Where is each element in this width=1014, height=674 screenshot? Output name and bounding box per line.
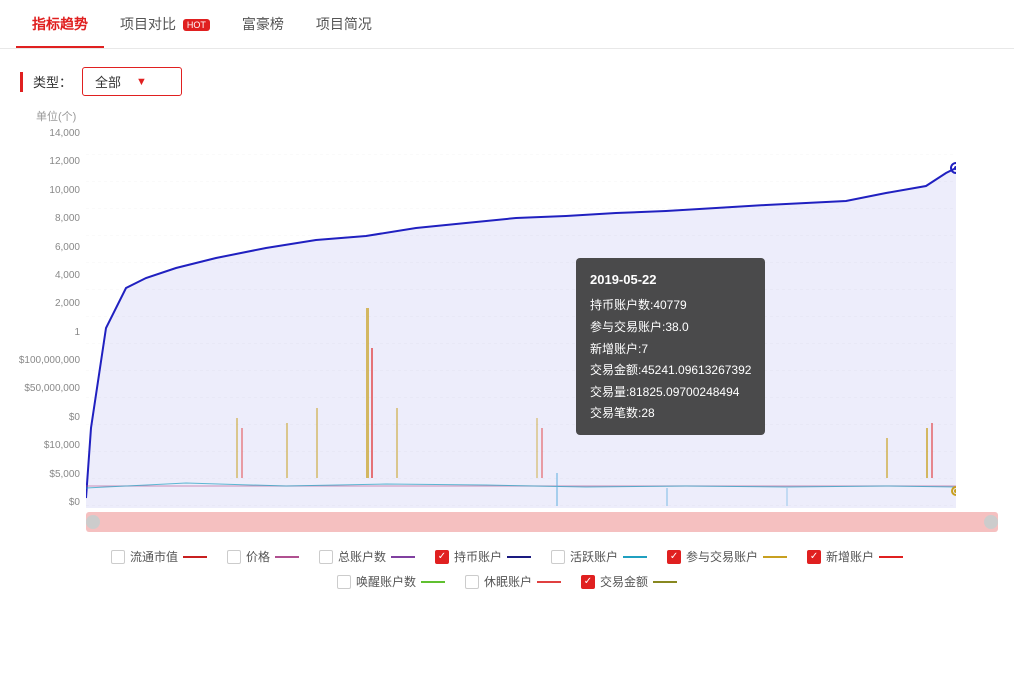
- legend-checkbox-market-cap[interactable]: [111, 550, 125, 564]
- legend-line-sleep-accounts: [537, 581, 561, 583]
- legend-row-2: 唤醒账户数 休眠账户 交易金额: [20, 573, 994, 590]
- legend-total-accounts[interactable]: 总账户数: [319, 548, 415, 565]
- legend-line-market-cap: [183, 556, 207, 558]
- legend-line-active-accounts: [623, 556, 647, 558]
- filter-accent-bar: [20, 72, 23, 92]
- legend-checkbox-total-accounts[interactable]: [319, 550, 333, 564]
- legend-trading-accounts[interactable]: 参与交易账户: [667, 548, 787, 565]
- legend-price[interactable]: 价格: [227, 548, 299, 565]
- legend-checkbox-new-accounts[interactable]: [807, 550, 821, 564]
- tab-rich-list[interactable]: 富豪榜: [226, 0, 300, 48]
- legend-line-price: [275, 556, 299, 558]
- legend-market-cap[interactable]: 流通市值: [111, 548, 207, 565]
- tab-badge-hot: HOT: [183, 19, 210, 31]
- legend-label-price: 价格: [246, 548, 270, 565]
- legend-new-accounts[interactable]: 新增账户: [807, 548, 903, 565]
- legend-label-market-cap: 流通市值: [130, 548, 178, 565]
- legend-label-trade-amount: 交易金额: [600, 573, 648, 590]
- legend-coin-holders[interactable]: 持币账户: [435, 548, 531, 565]
- legend-line-trading-accounts: [763, 556, 787, 558]
- legend-label-coin-holders: 持币账户: [454, 548, 502, 565]
- tooltip-row-5: 交易量:81825.09700248494: [590, 382, 751, 404]
- filter-value: 全部: [95, 72, 128, 91]
- legend-label-wake-accounts: 唤醒账户数: [356, 573, 416, 590]
- tooltip-row-1: 持币账户数:40779: [590, 295, 751, 317]
- legend-checkbox-active-accounts[interactable]: [551, 550, 565, 564]
- legend-trade-amount[interactable]: 交易金额: [581, 573, 677, 590]
- legend-label-new-accounts: 新增账户: [826, 548, 874, 565]
- y-axis-unit-label: 单位(个): [36, 108, 998, 124]
- legend-checkbox-trade-amount[interactable]: [581, 575, 595, 589]
- filter-label: 类型：: [33, 72, 72, 91]
- tab-project-compare[interactable]: 项目对比 HOT: [104, 0, 226, 48]
- tab-indicator-trend[interactable]: 指标趋势: [16, 0, 104, 48]
- legend-checkbox-wake-accounts[interactable]: [337, 575, 351, 589]
- legend-line-total-accounts: [391, 556, 415, 558]
- legend-label-total-accounts: 总账户数: [338, 548, 386, 565]
- legend-label-active-accounts: 活跃账户: [570, 548, 618, 565]
- legend-line-new-accounts: [879, 556, 903, 558]
- scroll-left-handle[interactable]: [86, 515, 100, 529]
- legend-sleep-accounts[interactable]: 休眠账户: [465, 573, 561, 590]
- dropdown-arrow-icon: ▼: [136, 76, 169, 88]
- tooltip-row-6: 交易笔数:28: [590, 403, 751, 425]
- legend-checkbox-price[interactable]: [227, 550, 241, 564]
- chart-tooltip: 2019-05-22 持币账户数:40779 参与交易账户:38.0 新增账户:…: [576, 258, 765, 435]
- legend-checkbox-sleep-accounts[interactable]: [465, 575, 479, 589]
- chart-legend: 流通市值 价格 总账户数 持币账户 活跃账户 参与交易账户 新增账户 唤醒账户数: [0, 538, 1014, 600]
- legend-wake-accounts[interactable]: 唤醒账户数: [337, 573, 445, 590]
- legend-label-sleep-accounts: 休眠账户: [484, 573, 532, 590]
- y-axis-labels: 14,000 12,000 10,000 8,000 6,000 4,000 2…: [16, 128, 86, 508]
- header-tabs: 指标趋势 项目对比 HOT 富豪榜 项目简况: [0, 0, 1014, 49]
- legend-line-wake-accounts: [421, 581, 445, 583]
- legend-active-accounts[interactable]: 活跃账户: [551, 548, 647, 565]
- scroll-right-handle[interactable]: [984, 515, 998, 529]
- tab-project-overview[interactable]: 项目简况: [300, 0, 388, 48]
- chart-container: 单位(个) 14,000 12,000 10,000 8,000 6,000 4…: [16, 108, 998, 532]
- tooltip-row-4: 交易金额:45241.09613267392: [590, 360, 751, 382]
- tooltip-row-2: 参与交易账户:38.0: [590, 317, 751, 339]
- legend-label-trading-accounts: 参与交易账户: [686, 548, 758, 565]
- chart-scrollbar[interactable]: [86, 512, 998, 532]
- chart-svg: 交易量 交易笔数 2018-02-26 2018-04-06 2018-05-1…: [86, 128, 956, 508]
- tooltip-row-3: 新增账户:7: [590, 339, 751, 361]
- tooltip-date: 2019-05-22: [590, 268, 751, 291]
- main-chart: 交易量 交易笔数 2018-02-26 2018-04-06 2018-05-1…: [86, 128, 998, 508]
- legend-line-coin-holders: [507, 556, 531, 558]
- type-filter-select[interactable]: 全部 ▼: [82, 67, 182, 96]
- legend-line-trade-amount: [653, 581, 677, 583]
- legend-checkbox-coin-holders[interactable]: [435, 550, 449, 564]
- legend-checkbox-trading-accounts[interactable]: [667, 550, 681, 564]
